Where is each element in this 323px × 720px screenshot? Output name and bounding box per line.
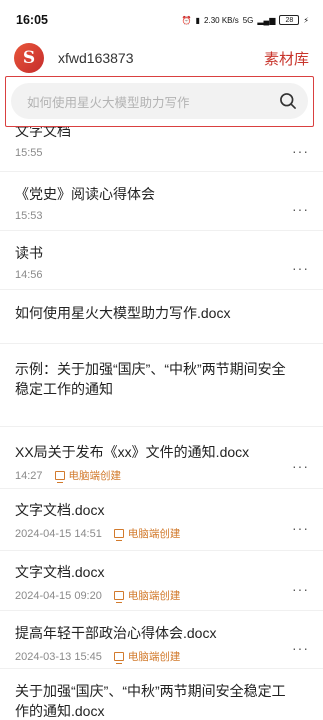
source-badge-label: 电脑端创建 [127,651,181,663]
search-placeholder: 如何使用星火大模型助力写作 [27,95,190,110]
more-options-button[interactable]: ··· [292,143,309,159]
item-title: 示例：关于加强“国庆”、“中秋”两节期间安全稳定工作的通知 [15,361,286,397]
item-meta: 14:56 [15,269,308,281]
item-date: 2024-04-15 09:20 [15,589,102,602]
vibrate-icon: ▮ [195,15,201,25]
item-title: 如何使用星火大模型助力写作.docx [15,305,231,321]
item-meta: 15:53 [15,210,308,222]
item-title: 关于加强“国庆”、“中秋”两节期间安全稳定工作的通知.docx [15,683,286,719]
app-header: S xfwd163873 素材库 [0,40,323,76]
item-title: 文字文档 [15,127,71,139]
status-bar: 16:05 ⏰ ▮ 2.30 KB/s 5G ▂▄▆ 28 ⚡ [0,0,323,40]
item-date: 15:55 [15,147,43,159]
signal-5g: 5G [242,15,254,25]
battery-icon: 28 [279,15,300,25]
list-item[interactable]: 文字文档.docx 2024-04-15 09:20 电脑端创建 ··· [0,551,323,611]
item-date: 2024-03-13 15:45 [15,650,102,663]
list-item[interactable]: 关于加强“国庆”、“中秋”两节期间安全稳定工作的通知.docx··· [0,669,323,720]
alarm-icon: ⏰ [181,15,192,25]
list-item[interactable]: 如何使用星火大模型助力写作.docx [0,290,323,344]
item-title: XX局关于发布《xx》文件的通知.docx [15,444,250,460]
library-button[interactable]: 素材库 [264,48,309,69]
signal-icon: ▂▄▆ [257,15,276,25]
list-item[interactable]: 文字文档 15:55 ··· [0,127,323,172]
item-meta: 2024-04-15 09:20 电脑端创建 [15,588,308,603]
computer-icon [113,529,124,541]
logo-icon: S [22,48,36,68]
source-badge: 电脑端创建 [54,468,122,483]
network-speed: 2.30 KB/s [204,15,239,25]
item-meta: 15:55 [15,147,308,159]
item-date: 15:53 [15,210,43,222]
document-list: 文字文档 15:55 ··· 《党史》阅读心得体会 15:53 ··· 读书 14:56 ···… [0,127,323,720]
item-title: 文字文档.docx [15,502,105,518]
list-item[interactable]: 文字文档.docx 2024-04-15 14:51 电脑端创建 ··· [0,489,323,551]
more-options-button[interactable]: ··· [292,458,309,474]
item-date: 14:56 [15,269,43,281]
more-options-button[interactable]: ··· [292,581,309,597]
list-item[interactable]: XX局关于发布《xx》文件的通知.docx 14:27 电脑端创建 ··· [0,427,323,489]
more-options-button[interactable]: ··· [292,520,309,536]
list-item[interactable]: 示例：关于加强“国庆”、“中秋”两节期间安全稳定工作的通知 [0,344,323,427]
source-badge: 电脑端创建 [113,526,181,541]
computer-icon [113,591,124,603]
item-title: 提高年轻干部政治心得体会.docx [15,625,217,641]
item-date: 2024-04-15 14:51 [15,527,102,540]
username: xfwd163873 [58,50,134,66]
source-badge: 电脑端创建 [113,649,181,664]
more-options-button[interactable]: ··· [292,260,309,276]
charging-icon: ⚡ [303,15,309,25]
more-options-button[interactable]: ··· [292,640,309,656]
source-badge-label: 电脑端创建 [127,528,181,540]
list-item[interactable]: 读书 14:56 ··· [0,231,323,290]
status-time: 16:05 [16,13,48,27]
more-options-button[interactable]: ··· [292,201,309,217]
computer-icon [54,471,65,483]
status-icons: ⏰ ▮ 2.30 KB/s 5G ▂▄▆ 28 ⚡ [182,15,309,25]
source-badge-label: 电脑端创建 [68,470,122,482]
item-meta: 2024-04-15 14:51 电脑端创建 [15,526,308,541]
item-meta: 2024-03-13 15:45 电脑端创建 [15,649,308,664]
item-meta: 14:27 电脑端创建 [15,468,308,483]
search-input[interactable]: 如何使用星火大模型助力写作 [11,83,308,119]
item-title: 读书 [15,245,43,261]
item-title: 《党史》阅读心得体会 [15,186,155,202]
search-container: 如何使用星火大模型助力写作 [5,76,314,127]
computer-icon [113,652,124,664]
search-icon[interactable] [278,91,298,111]
list-item[interactable]: 《党史》阅读心得体会 15:53 ··· [0,172,323,231]
item-date: 14:27 [15,469,43,482]
list-item[interactable]: 提高年轻干部政治心得体会.docx 2024-03-13 15:45 电脑端创建 ··… [0,611,323,669]
source-badge-label: 电脑端创建 [127,590,181,602]
avatar[interactable]: S [14,43,44,73]
source-badge: 电脑端创建 [113,588,181,603]
item-title: 文字文档.docx [15,564,105,580]
